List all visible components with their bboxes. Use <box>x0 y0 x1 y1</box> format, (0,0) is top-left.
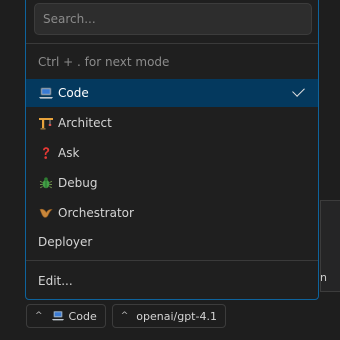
checkmark-icon <box>292 84 305 97</box>
mode-item-label: Orchestrator <box>58 206 134 220</box>
mode-item-label: Architect <box>58 116 112 130</box>
construction-crane-icon <box>38 115 54 131</box>
background-partial-text: n <box>320 271 327 284</box>
bottom-bar: ^ Code ^ openai/gpt-4.1 <box>26 304 226 328</box>
mode-selector-label: Code <box>68 309 97 323</box>
divider <box>26 260 318 261</box>
chevron-up-icon: ^ <box>120 311 129 321</box>
edit-modes-item[interactable]: Edit... <box>26 267 318 295</box>
bug-icon <box>38 175 54 191</box>
laptop-icon <box>51 310 65 322</box>
mode-item-deployer[interactable]: Deployer <box>26 228 318 256</box>
mode-item-label: Code <box>58 86 89 100</box>
question-mark-icon <box>38 145 54 161</box>
mode-item-debug[interactable]: Debug <box>26 169 318 197</box>
mode-item-label: Debug <box>58 176 98 190</box>
divider <box>26 43 318 44</box>
mode-item-label: Deployer <box>38 235 93 249</box>
boomerang-icon <box>38 205 54 221</box>
search-container <box>34 3 312 35</box>
mode-item-orchestrator[interactable]: Orchestrator <box>26 199 318 227</box>
mode-hint: Ctrl + . for next mode <box>38 55 170 69</box>
mode-item-label: Ask <box>58 146 80 160</box>
model-selector-button[interactable]: ^ openai/gpt-4.1 <box>111 304 226 328</box>
model-selector-label: openai/gpt-4.1 <box>136 309 217 323</box>
mode-item-ask[interactable]: Ask <box>26 139 318 167</box>
mode-item-architect[interactable]: Architect <box>26 109 318 137</box>
mode-selector-button[interactable]: ^ Code <box>26 304 106 328</box>
edit-modes-label: Edit... <box>38 274 73 288</box>
mode-dropdown: Ctrl + . for next mode Code Architect <box>25 0 319 300</box>
mode-item-code[interactable]: Code <box>26 79 318 107</box>
laptop-icon <box>38 85 54 101</box>
search-input[interactable] <box>34 3 312 35</box>
chevron-up-icon: ^ <box>35 311 43 321</box>
